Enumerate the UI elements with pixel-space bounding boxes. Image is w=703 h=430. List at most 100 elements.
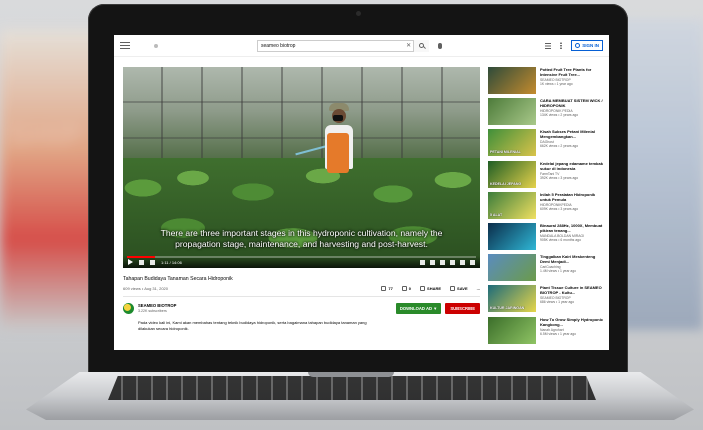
volume-icon[interactable] [150,259,155,265]
share-label: SHARE [427,286,442,291]
main-column: There are three important stages in this… [123,67,480,332]
miniplayer-icon[interactable] [450,259,455,265]
background-text: SHIP [8,120,83,153]
save-label: SAVE [457,286,468,291]
recommendation-item[interactable]: 5 ALAT Inilah 5 Peralatan Hidroponik untu… [488,191,606,223]
thumbs-down-icon [401,286,407,291]
recommendation-item[interactable]: KEDELAI JEPANG Kedelai jepang edamame tem… [488,160,606,192]
recommendation-thumbnail[interactable] [488,316,536,344]
video-description: Pada video kali ini, Kami akan membahas … [138,320,367,331]
recommendation-item[interactable]: CARA MEMBUAT SISTEM WICK / HIDROPONIK HID… [488,98,606,129]
playlist-add-icon [450,286,456,291]
webcam [356,11,361,16]
sign-in-button[interactable]: SIGN IN [571,40,603,51]
thumbnail-text: 5 ALAT [490,212,503,217]
video-meta-row: 609 views • Aug 31, 2020 77 0 SHARE SAVE… [123,286,480,291]
share-button[interactable]: SHARE [420,286,441,291]
recommendation-thumbnail[interactable]: PETANI MILENIAL [488,129,536,157]
settings-gear-icon[interactable] [440,259,445,265]
fullscreen-icon[interactable] [470,259,475,265]
like-button[interactable]: 77 [381,286,393,291]
recommendation-thumbnail[interactable] [488,222,536,250]
save-button[interactable]: SAVE [450,286,468,291]
recommendation-title[interactable]: Kisah Sukses Petani Milenial Mengembangk… [540,129,606,139]
recommendation-views: 662K views • 2 years ago [540,144,579,149]
recommendations-sidebar: Potted Fruit Tree Plants for Intensive F… [488,67,606,348]
video-views-date: 609 views • Aug 31, 2020 [123,286,168,291]
dislike-count: 0 [408,286,412,291]
recommendation-title[interactable]: Binaural 288Hz, 1000X, Membuat pikiran t… [540,223,606,233]
plants-scene [123,158,480,268]
recommendation-title[interactable]: Plant Tissue Culture in SEAMEO BIOTROP -… [540,285,606,295]
clear-search-icon[interactable]: ✕ [404,42,414,49]
channel-subscribers: 3.22K subscribers [138,309,167,313]
recommendation-thumbnail[interactable] [488,98,536,126]
progress-bar[interactable] [127,256,476,258]
recommendation-item[interactable]: How To Grow Simply Hydroponic Kangkong..… [488,316,606,348]
recommendation-thumbnail[interactable]: KULTUR JARINGAN [488,285,536,313]
thumbs-up-icon [381,286,387,291]
play-icon[interactable] [128,259,133,265]
video-player[interactable]: There are three important stages in this… [123,67,480,268]
more-actions-button[interactable]: ... [477,286,480,291]
channel-avatar[interactable] [123,303,134,314]
player-controls: 1:11 / 14:06 [123,256,480,268]
subscribe-button[interactable]: SUBSCRIBE [445,303,480,314]
worker-figure [319,103,359,185]
recommendation-title[interactable]: How To Grow Simply Hydroponic Kangkong..… [540,317,606,327]
search-icon [419,43,425,48]
search-input[interactable] [258,42,404,49]
autoplay-toggle-icon[interactable] [420,259,425,265]
recommendation-item[interactable]: Potted Fruit Tree Plants for Intensive F… [488,67,606,98]
thumbnail-text: KULTUR JARINGAN [490,306,525,311]
video-title: Tahapan Budidaya Tanaman Secara Hidropon… [123,276,233,282]
recommendation-title[interactable]: Tinggalkan Kairi Meskenteng Demi Menjadi… [540,254,606,264]
recommendation-views: 686 views • 1 year ago [540,300,575,305]
recommendation-views: 1.4M views • 1 year ago [540,269,577,274]
laptop-keyboard [108,376,596,400]
recommendation-item[interactable]: KULTUR JARINGAN Plant Tissue Culture in S… [488,285,606,316]
dislike-button[interactable]: 0 [401,286,412,291]
sign-in-label: SIGN IN [582,43,599,48]
divider [123,296,480,297]
recommendation-title[interactable]: CARA MEMBUAT SISTEM WICK / HIDROPONIK [540,98,606,108]
next-icon[interactable] [139,259,144,265]
recommendation-item[interactable]: Binaural 288Hz, 1000X, Membuat pikiran t… [488,222,606,254]
download-button[interactable]: DOWNLOAD AD ▼ [395,303,442,314]
thumbnail-text: KEDELAI JEPANG [490,181,522,186]
recommendation-item[interactable]: PETANI MILENIAL Kisah Sukses Petani Milen… [488,129,606,160]
recommendation-title[interactable]: Potted Fruit Tree Plants for Intensive F… [540,67,606,77]
recommendation-thumbnail[interactable]: 5 ALAT [488,191,536,219]
recommendation-views: 134K views • 2 years ago [540,113,579,118]
recommendation-thumbnail[interactable] [488,254,536,282]
theater-mode-icon[interactable] [460,259,465,265]
channel-name[interactable]: SEAMEO BIOTROP [138,303,176,308]
microphone-icon[interactable] [438,42,442,49]
progress-fill [127,256,155,258]
recommendation-thumbnail[interactable] [488,67,536,94]
recommendation-title[interactable]: Kedelai jepang edamame tembak sukur di i… [540,161,606,171]
recommendation-views: 392K views • 3 years ago [540,175,579,180]
recommendation-views: 1K views • 1 year ago [540,82,573,86]
recommendation-views: 6.5M views • 1 year ago [540,331,577,336]
recommendation-item[interactable]: Tinggalkan Kairi Meskenteng Demi Menjadi… [488,254,606,285]
settings-dots-icon[interactable] [560,42,563,49]
laptop-screen: ✕ SIGN IN There are three important stag… [114,35,609,350]
apps-grid-icon[interactable] [545,42,552,49]
recommendation-thumbnail[interactable]: KEDELAI JEPANG [488,160,536,188]
account-icon [575,43,581,48]
share-icon [420,286,426,291]
like-count: 77 [388,286,393,291]
youtube-logo[interactable] [154,43,158,48]
hamburger-menu-icon[interactable] [120,42,130,49]
laptop-notch [308,372,394,377]
channel-row: SEAMEO BIOTROP 3.22K subscribers DOWNLOA… [123,303,480,314]
youtube-header: ✕ SIGN IN [114,35,609,57]
recommendation-views: 609K views • 3 years ago [540,206,579,211]
recommendation-views: 905K views • 6 months ago [540,237,581,242]
search-bar: ✕ [257,39,429,52]
recommendation-title[interactable]: Inilah 5 Peralatan Hidroponik untuk Pemu… [540,192,606,202]
video-subtitle: There are three important stages in this… [123,228,480,250]
captions-icon[interactable] [430,259,435,265]
search-button[interactable] [413,39,429,52]
